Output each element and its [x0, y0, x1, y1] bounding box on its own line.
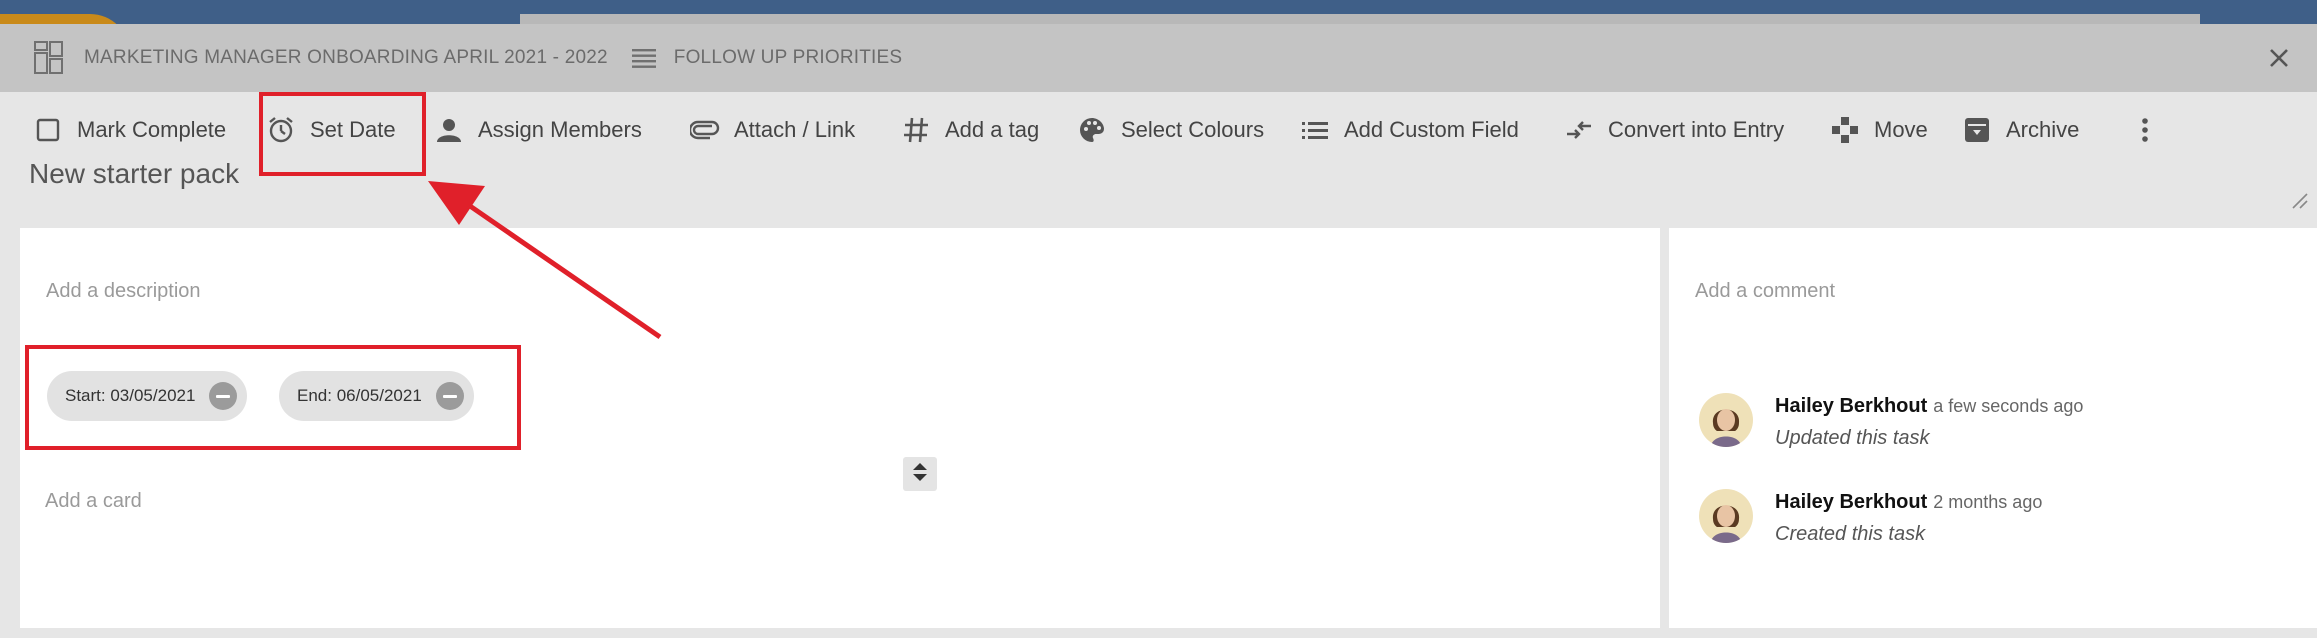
activity-description: Updated this task	[1775, 427, 1930, 449]
activity-time: a few seconds ago	[1933, 396, 2084, 416]
archive-button[interactable]: Archive	[1962, 102, 2079, 158]
archive-icon	[1962, 115, 1992, 145]
assign-members-button[interactable]: Assign Members	[434, 102, 642, 158]
mark-complete-button[interactable]: Mark Complete	[33, 102, 226, 158]
activity-author: Hailey Berkhout a few seconds ago	[1775, 395, 2084, 417]
paperclip-icon	[690, 115, 720, 145]
add-custom-field-label: Add Custom Field	[1344, 117, 1519, 142]
add-card-input[interactable]: Add a card	[45, 490, 142, 513]
mark-complete-label: Mark Complete	[77, 117, 227, 142]
comments-panel: Add a comment Hailey Berkhout a few secon…	[1669, 228, 2317, 628]
activity-description: Created this task	[1775, 523, 1926, 545]
checkbox-icon	[33, 115, 63, 145]
palette-icon	[1077, 115, 1107, 145]
list-icon	[1300, 115, 1330, 145]
board-name[interactable]: MARKETING MANAGER ONBOARDING APRIL 2021 …	[84, 47, 608, 69]
hashtag-icon	[901, 115, 931, 145]
card-stepper[interactable]	[903, 457, 937, 491]
activity-item: Hailey Berkhout a few seconds ago Updated…	[1699, 393, 2299, 463]
add-tag-button[interactable]: Add a tag	[901, 102, 1039, 158]
convert-icon	[1564, 115, 1594, 145]
sort-arrows-icon	[912, 461, 928, 488]
person-icon	[434, 115, 464, 145]
modal-header: MARKETING MANAGER ONBOARDING APRIL 2021 …	[0, 24, 2317, 92]
attach-link-label: Attach / Link	[734, 117, 856, 142]
convert-into-entry-label: Convert into Entry	[1608, 117, 1785, 142]
comment-input[interactable]: Add a comment	[1695, 280, 1835, 303]
select-colours-label: Select Colours	[1121, 117, 1265, 142]
move-button[interactable]: Move	[1830, 102, 1928, 158]
task-title[interactable]: New starter pack	[29, 158, 239, 190]
board-icon	[34, 41, 64, 75]
archive-label: Archive	[2006, 117, 2080, 142]
move-label: Move	[1874, 117, 1928, 142]
close-icon	[2269, 48, 2289, 68]
breadcrumb-board[interactable]: MARKETING MANAGER ONBOARDING APRIL 2021 …	[34, 41, 608, 75]
description-input[interactable]: Add a description	[46, 280, 201, 303]
assign-members-label: Assign Members	[478, 117, 642, 142]
add-tag-label: Add a tag	[945, 117, 1040, 142]
add-custom-field-button[interactable]: Add Custom Field	[1300, 102, 1519, 158]
convert-into-entry-button[interactable]: Convert into Entry	[1564, 102, 1784, 158]
activity-time: 2 months ago	[1933, 492, 2043, 512]
close-button[interactable]	[2265, 44, 2293, 72]
move-icon	[1830, 115, 1860, 145]
select-colours-button[interactable]: Select Colours	[1077, 102, 1264, 158]
activity-item: Hailey Berkhout 2 months ago Created this…	[1699, 489, 2299, 559]
more-vertical-icon	[2130, 115, 2160, 145]
avatar	[1699, 489, 1753, 543]
breadcrumb-list[interactable]: FOLLOW UP PRIORITIES	[631, 47, 903, 69]
dates-highlight-box	[25, 345, 521, 450]
list-icon	[631, 48, 656, 68]
attach-link-button[interactable]: Attach / Link	[690, 102, 855, 158]
list-name[interactable]: FOLLOW UP PRIORITIES	[674, 47, 903, 69]
resize-grip-icon[interactable]	[2289, 190, 2309, 210]
activity-author: Hailey Berkhout 2 months ago	[1775, 491, 2043, 513]
more-options-button[interactable]	[2130, 102, 2174, 158]
set-date-highlight-box	[259, 92, 426, 176]
avatar	[1699, 393, 1753, 447]
